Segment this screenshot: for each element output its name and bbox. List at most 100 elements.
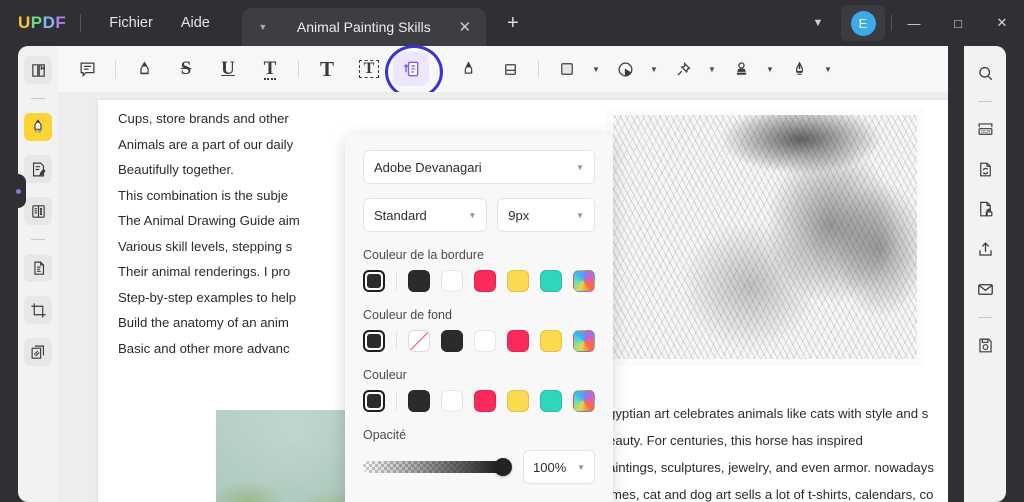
rightbar-share[interactable]	[970, 234, 1000, 264]
chevron-down-icon: ▼	[576, 210, 584, 220]
opacity-slider-knob[interactable]	[494, 458, 512, 476]
chevron-down-icon: ▼	[468, 210, 477, 220]
tool-pencil[interactable]	[450, 52, 486, 86]
tool-underline-glyph: U	[221, 58, 235, 79]
tool-note[interactable]	[69, 52, 105, 86]
swatch-pink[interactable]	[474, 390, 496, 412]
menu-fichier[interactable]: Fichier	[95, 10, 167, 36]
plus-icon[interactable]: +	[500, 10, 526, 36]
shapes-dropdown-caret[interactable]: ▼	[588, 52, 604, 86]
tool-highlight[interactable]	[126, 52, 162, 86]
swatch-pink[interactable]	[474, 270, 496, 292]
tool-signature[interactable]: ▼	[778, 52, 836, 86]
sidebar-forms[interactable]	[24, 197, 52, 225]
swatch-selected[interactable]	[363, 390, 385, 412]
fill-color-swatches	[363, 330, 595, 352]
stickers-dropdown-caret[interactable]: ▼	[646, 52, 662, 86]
rightbar-email[interactable]	[970, 274, 1000, 304]
chevron-down-icon[interactable]: ▼	[252, 16, 274, 38]
sticker-icon[interactable]	[607, 52, 643, 86]
tool-eraser[interactable]	[492, 52, 528, 86]
doc-line: gyptian art celebrates animals like cats…	[608, 406, 929, 421]
swatch-selected[interactable]	[363, 330, 385, 352]
tool-squiggly-glyph: T	[263, 57, 277, 80]
swatch-yellow[interactable]	[540, 330, 562, 352]
rightbar-divider	[978, 317, 992, 318]
font-size-select[interactable]: 9px ▼	[497, 198, 595, 232]
document-tab[interactable]: ▼ Animal Painting Skills ✕	[241, 8, 486, 46]
pin-dropdown-caret[interactable]: ▼	[704, 52, 720, 86]
swatch-white[interactable]	[441, 270, 463, 292]
tool-text[interactable]: T	[309, 52, 345, 86]
menu-aide[interactable]: Aide	[167, 10, 224, 36]
swatch-no-fill[interactable]	[408, 330, 430, 352]
tool-pin[interactable]: ▼	[662, 52, 720, 86]
tool-text-callout[interactable]	[385, 45, 443, 99]
tool-textbox[interactable]: T	[351, 52, 387, 86]
swatch-teal[interactable]	[540, 390, 562, 412]
left-sidebar	[18, 46, 58, 502]
opacity-value-select[interactable]: 100% ▼	[523, 450, 595, 484]
logo-letter-p: P	[30, 13, 43, 32]
maximize-button[interactable]: □	[936, 0, 980, 46]
swatch-selected[interactable]	[363, 270, 385, 292]
close-icon[interactable]: ✕	[454, 16, 476, 38]
swatch-teal[interactable]	[540, 270, 562, 292]
font-family-select[interactable]: Adobe Devanagari ▼	[363, 150, 595, 184]
swatch-white[interactable]	[474, 330, 496, 352]
tool-strikethrough[interactable]: S	[168, 52, 204, 86]
doc-line: imes, cat and dog art sells a lot of t-s…	[608, 487, 934, 502]
swatch-black[interactable]	[441, 330, 463, 352]
horse-sketch-image	[606, 108, 924, 366]
opacity-slider-track	[363, 461, 509, 473]
rightbar-protect[interactable]	[970, 194, 1000, 224]
swatch-yellow[interactable]	[507, 390, 529, 412]
opacity-slider[interactable]	[363, 458, 512, 476]
chevron-down-icon[interactable]: ▼	[801, 8, 835, 38]
font-family-value: Adobe Devanagari	[374, 159, 482, 175]
rightbar-ocr[interactable]: OCR	[970, 114, 1000, 144]
tool-stickers[interactable]: ▼	[604, 52, 662, 86]
font-style-value: Standard	[374, 207, 427, 223]
sidebar-annotate[interactable]	[24, 113, 52, 141]
doc-line: Cups, store brands and other	[118, 111, 289, 126]
swatch-custom-rainbow[interactable]	[573, 330, 595, 352]
tool-shapes[interactable]: ▼	[546, 52, 604, 86]
logo-letter-u: U	[18, 13, 31, 32]
border-color-swatches	[363, 270, 595, 292]
stamp-dropdown-caret[interactable]: ▼	[762, 52, 778, 86]
swatch-custom-rainbow[interactable]	[573, 270, 595, 292]
sidebar-page-tools[interactable]	[24, 254, 52, 282]
square-shape-icon[interactable]	[549, 52, 585, 86]
font-style-select[interactable]: Standard ▼	[363, 198, 488, 232]
tool-squiggly[interactable]: T	[252, 52, 288, 86]
signature-pen-icon[interactable]	[781, 52, 817, 86]
rightbar-convert[interactable]	[970, 154, 1000, 184]
sidebar-organize[interactable]	[24, 338, 52, 366]
tool-stamp[interactable]: ▼	[720, 52, 778, 86]
stamp-icon[interactable]	[723, 52, 759, 86]
sidebar-edit-pdf[interactable]	[24, 155, 52, 183]
account-button[interactable]: E	[841, 5, 885, 41]
rightbar-save[interactable]	[970, 330, 1000, 360]
document-viewport[interactable]: Cups, store brands and other Animals are…	[58, 92, 948, 502]
swatch-black[interactable]	[408, 390, 430, 412]
logo-letter-d: D	[42, 13, 56, 32]
sidebar-reader[interactable]	[24, 56, 52, 84]
sidebar-collapse-handle[interactable]	[10, 174, 26, 208]
swatch-black[interactable]	[408, 270, 430, 292]
signature-dropdown-caret[interactable]: ▼	[820, 52, 836, 86]
close-window-button[interactable]: ✕	[980, 0, 1024, 46]
updf-logo: U P D F	[18, 13, 66, 33]
swatch-yellow[interactable]	[507, 270, 529, 292]
opacity-value: 100%	[533, 459, 567, 475]
swatch-pink[interactable]	[507, 330, 529, 352]
sidebar-crop[interactable]	[24, 296, 52, 324]
pin-icon[interactable]	[665, 52, 701, 86]
swatch-white[interactable]	[441, 390, 463, 412]
tool-underline[interactable]: U	[210, 52, 246, 86]
sidebar-divider	[31, 98, 45, 99]
swatch-custom-rainbow[interactable]	[573, 390, 595, 412]
rightbar-search[interactable]	[970, 58, 1000, 88]
minimize-button[interactable]: —	[892, 0, 936, 46]
